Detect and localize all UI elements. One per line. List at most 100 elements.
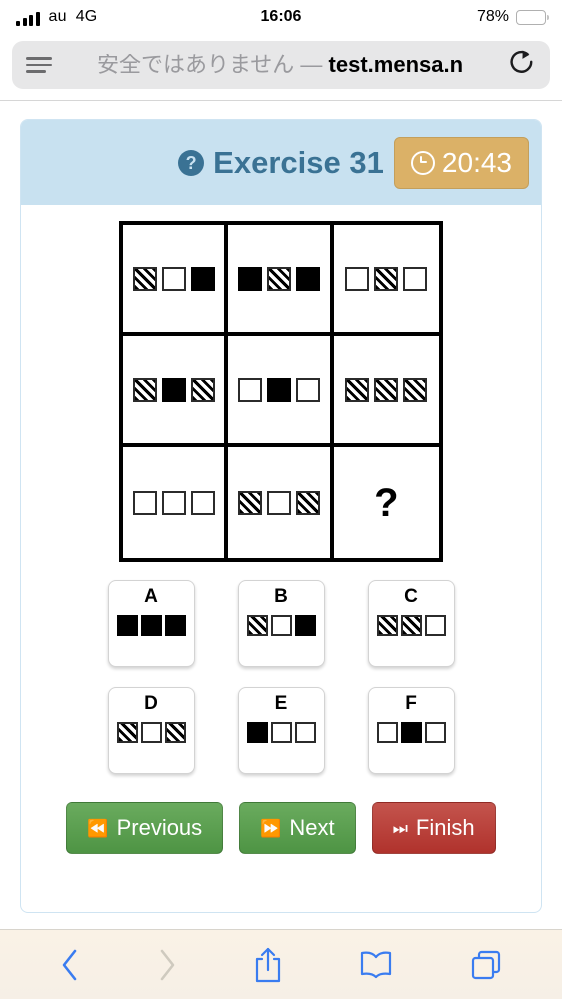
answer-option-shapes	[246, 721, 316, 743]
exercise-body: ? A B C D E F ⏪ Previous ⏩ Next ⏭ Finish	[21, 205, 541, 854]
matrix-cell-r2c2	[228, 336, 334, 447]
question-mark-circle-icon[interactable]: ?	[178, 149, 205, 176]
address-bar[interactable]: 安全ではありません — test.mensa.n	[12, 41, 550, 89]
shape-square-hatch	[246, 614, 268, 636]
next-button[interactable]: ⏩ Next	[239, 802, 356, 854]
page-content: ? Exercise 31 20:43 ? A B C D E F ⏪ Previous …	[0, 101, 562, 929]
answer-option-shapes	[116, 614, 186, 636]
shape-square-black	[400, 721, 422, 743]
shape-square-white	[270, 721, 292, 743]
shape-square-white	[190, 490, 215, 515]
previous-button-label: Previous	[116, 815, 203, 840]
shape-square-hatch	[132, 266, 157, 291]
shape-square-hatch	[190, 377, 215, 402]
shape-square-white	[237, 377, 262, 402]
url-text[interactable]: 安全ではありません — test.mensa.n	[62, 54, 498, 76]
shape-square-hatch	[400, 614, 422, 636]
shape-square-black	[161, 377, 186, 402]
shape-square-white	[424, 721, 446, 743]
answer-option-label: F	[405, 693, 417, 714]
matrix-cell-r2c3	[333, 336, 439, 447]
url-separator: —	[300, 54, 323, 76]
previous-button[interactable]: ⏪ Previous	[66, 802, 224, 854]
shape-square-black	[140, 614, 162, 636]
share-icon[interactable]	[253, 946, 283, 984]
status-bar-right: 78%	[476, 8, 549, 26]
finish-button[interactable]: ⏭ Finish	[371, 802, 496, 854]
forward-chevron-icon	[157, 948, 177, 982]
finish-button-label: Finish	[415, 815, 475, 840]
page-title: ? Exercise 31	[178, 145, 384, 181]
battery-percent-label: 78%	[476, 8, 509, 25]
answer-option-shapes	[376, 721, 446, 743]
shape-square-black	[116, 614, 138, 636]
answer-option-c[interactable]: C	[367, 580, 455, 667]
browser-address-bar-container: 安全ではありません — test.mensa.n	[0, 34, 562, 101]
answer-options-grid: A B C D E F	[86, 580, 476, 774]
shape-square-white	[161, 266, 186, 291]
matrix-missing-cell-question-mark: ?	[374, 480, 399, 525]
exercise-panel: ? Exercise 31 20:43 ? A B C D E F ⏪ Previous …	[20, 119, 542, 913]
answer-option-d[interactable]: D	[107, 687, 195, 774]
answer-option-e[interactable]: E	[237, 687, 325, 774]
answer-option-shapes	[116, 721, 186, 743]
answer-option-b[interactable]: B	[237, 580, 325, 667]
shape-square-white	[376, 721, 398, 743]
exercise-header: ? Exercise 31 20:43	[21, 120, 541, 205]
matrix-cell-r1c3	[333, 225, 439, 336]
status-bar: au 4G 16:06 78%	[0, 0, 562, 34]
shape-square-white	[270, 614, 292, 636]
shape-square-hatch	[116, 721, 138, 743]
reader-view-icon[interactable]	[26, 53, 52, 77]
shape-square-hatch	[132, 377, 157, 402]
reload-icon[interactable]	[508, 48, 536, 83]
answer-option-label: C	[404, 586, 418, 607]
shape-square-white	[424, 614, 446, 636]
tabs-icon[interactable]	[470, 949, 502, 981]
shape-square-white	[295, 377, 320, 402]
answer-option-a[interactable]: A	[107, 580, 195, 667]
shape-square-black	[190, 266, 215, 291]
timer-label: 20:43	[441, 146, 512, 178]
matrix-cell-r2c1	[123, 336, 229, 447]
shape-square-black	[266, 377, 291, 402]
shape-square-black	[164, 614, 186, 636]
back-chevron-icon[interactable]	[60, 948, 80, 982]
shape-square-hatch	[374, 266, 399, 291]
shape-square-white	[161, 490, 186, 515]
finish-icon: ⏭	[392, 818, 408, 838]
matrix-cell-r3c3: ?	[334, 447, 439, 558]
shape-square-hatch	[295, 490, 320, 515]
shape-square-black	[246, 721, 268, 743]
shape-square-black	[237, 266, 262, 291]
shape-square-black	[295, 266, 320, 291]
answer-option-label: A	[144, 586, 158, 607]
shape-square-white	[132, 490, 157, 515]
security-warning-label: 安全ではありません	[96, 54, 295, 76]
next-button-label: Next	[289, 815, 335, 840]
answer-option-label: E	[274, 693, 288, 714]
navigation-buttons: ⏪ Previous ⏩ Next ⏭ Finish	[21, 802, 541, 854]
answer-option-f[interactable]: F	[367, 687, 455, 774]
answer-option-label: D	[144, 693, 158, 714]
shape-square-black	[294, 614, 316, 636]
browser-toolbar	[0, 929, 562, 999]
clock-icon	[410, 150, 435, 175]
matrix-cell-r3c1	[123, 447, 229, 558]
answer-option-shapes	[376, 614, 446, 636]
matrix-cell-r1c1	[123, 225, 229, 336]
answer-option-shapes	[246, 614, 316, 636]
previous-icon: ⏪	[87, 818, 109, 838]
battery-icon	[516, 9, 549, 25]
matrix-cell-r1c2	[228, 225, 334, 336]
shape-square-white	[403, 266, 428, 291]
shape-square-hatch	[345, 377, 370, 402]
timer-badge: 20:43	[393, 136, 529, 189]
matrix-puzzle-grid: ?	[119, 221, 443, 562]
next-icon: ⏩	[260, 818, 282, 838]
shape-square-white	[140, 721, 162, 743]
shape-square-hatch	[266, 266, 291, 291]
bookmarks-book-icon[interactable]	[359, 950, 393, 980]
shape-square-hatch	[376, 614, 398, 636]
exercise-title-label: Exercise 31	[213, 144, 384, 180]
